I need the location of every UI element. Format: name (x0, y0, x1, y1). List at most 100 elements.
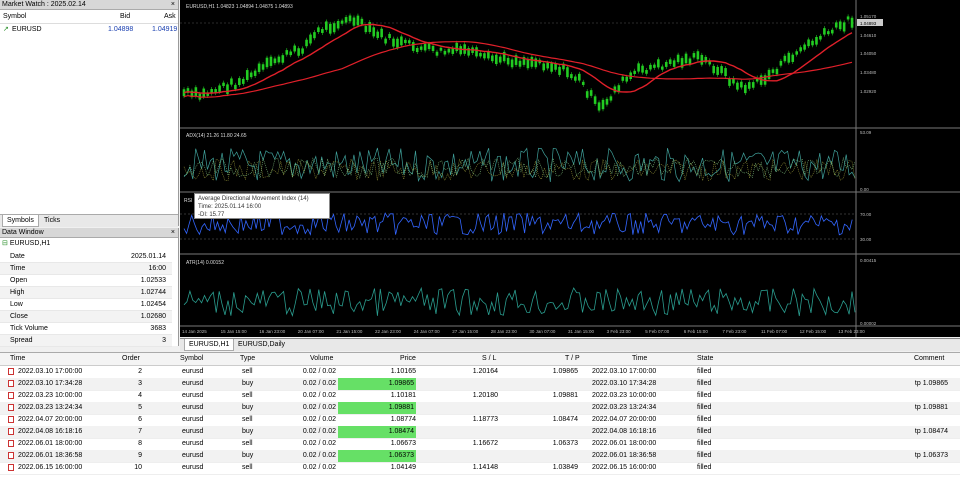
cell-order: 4 (138, 392, 142, 399)
candle (609, 96, 613, 101)
candle (455, 42, 459, 52)
col-sl[interactable]: S / L (482, 353, 496, 365)
tooltip-time: Time: 2025.01.14 16:00 (198, 204, 262, 210)
expand-icon: ⊟ (2, 240, 8, 247)
col-tp[interactable]: T / P (565, 353, 580, 365)
candle (392, 38, 395, 47)
symbol-row-eurusd[interactable]: ↗ EURUSD 1.04898 1.04919 (0, 24, 178, 35)
cell-state: filled (697, 440, 712, 447)
col-symbol[interactable]: Symbol (180, 353, 203, 365)
candle (297, 48, 300, 56)
tab-ticks[interactable]: Ticks (40, 215, 64, 226)
cell-comment (860, 414, 948, 426)
candle (740, 81, 743, 88)
cell-comment: tp 1.06373 (914, 452, 948, 459)
candle (621, 76, 625, 81)
cell-order: 2 (138, 368, 142, 375)
candle (218, 85, 221, 92)
col-order[interactable]: Order (122, 353, 140, 365)
cell-state: filled (697, 392, 712, 399)
candle (775, 68, 779, 75)
cell-sl (418, 402, 498, 414)
time-tick: 13 Feb 23:00 (838, 329, 865, 334)
candle (257, 63, 261, 72)
tab-eurusd-h1[interactable]: EURUSD,H1 (184, 339, 235, 351)
cell-tp (500, 378, 578, 390)
cell-comment: tp 1.09881 (914, 404, 948, 411)
candle (664, 61, 668, 67)
col-symbol[interactable]: Symbol (3, 13, 26, 20)
candle (724, 68, 727, 77)
candle (574, 76, 577, 81)
col-volume[interactable]: Volume (310, 353, 333, 365)
candle (364, 26, 368, 33)
market-watch-tabs: Symbols Ticks (0, 214, 178, 227)
candle (313, 32, 316, 39)
cell-comment (860, 462, 948, 474)
close-icon[interactable]: × (171, 228, 175, 238)
candle (289, 51, 293, 56)
cell-symbol: eurusd (182, 440, 204, 447)
trend-up-icon: ↗ (3, 26, 9, 33)
col-time2[interactable]: Time (632, 353, 647, 365)
cell-volume: 0.02 / 0.02 (302, 452, 336, 459)
time-tick: 31 Jan 15:00 (568, 329, 595, 334)
candle (712, 65, 715, 74)
cell-volume: 0.02 / 0.02 (302, 464, 336, 471)
cell-time2: 2022.06.01 18:36:58 (592, 452, 657, 459)
candle (692, 53, 696, 58)
candle (269, 56, 273, 66)
close-icon[interactable]: × (171, 0, 175, 10)
atr-line (183, 286, 856, 317)
candle (811, 40, 814, 46)
cell-tp (500, 450, 578, 462)
col-state[interactable]: State (697, 353, 713, 365)
cell-comment (860, 366, 948, 378)
cell-type: buy (242, 428, 254, 435)
time-tick: 11 Feb 07:00 (761, 329, 788, 334)
time-tick: 30 Jan 07:00 (529, 329, 556, 334)
tab-eurusd-daily[interactable]: EURUSD,Daily (234, 339, 289, 350)
time-tick: 5 Feb 07:00 (645, 329, 670, 334)
cell-order: 3 (138, 380, 142, 387)
cell-symbol: eurusd (182, 464, 204, 471)
cell-state: filled (697, 416, 712, 423)
col-comment[interactable]: Comment (914, 353, 944, 365)
candle (605, 98, 609, 105)
candle (396, 38, 399, 48)
cell-tp: 1.06373 (552, 440, 578, 447)
data-key: Close (10, 313, 28, 320)
data-window-symbol[interactable]: ⊟ EURUSD,H1 (0, 239, 50, 249)
candle (241, 78, 245, 84)
current-price-marker: 1.04893 (860, 21, 877, 26)
data-value: 16:00 (148, 265, 166, 272)
tooltip-value: -DI: 15.77 (198, 212, 225, 218)
data-row: Date 2025.01.14 (0, 251, 172, 263)
cell-price: 1.08474 (338, 426, 416, 438)
chart-canvas[interactable]: EURUSD,H1 1.04823 1.04894 1.04875 1.0489… (180, 0, 960, 337)
cell-state: filled (697, 368, 712, 375)
price-tick: 1.02920 (860, 89, 877, 94)
candle (546, 62, 549, 69)
market-watch-title: Market Watch : 2025.02.14 × (0, 0, 178, 10)
cell-symbol: eurusd (182, 416, 204, 423)
candle (234, 84, 237, 90)
cell-price: 1.09865 (338, 378, 416, 390)
col-time[interactable]: Time (10, 353, 25, 365)
main-label: EURUSD,H1 1.04823 1.04894 1.04875 1.0489… (186, 4, 293, 10)
time-tick: 7 Feb 23:00 (722, 329, 747, 334)
cell-time: 2022.06.15 16:00:00 (18, 464, 83, 471)
candle (589, 90, 593, 96)
table-row[interactable]: 2022.06.15 16:00:00 10 eurusd sell 0.02 / 0.… (0, 462, 960, 475)
candle (649, 64, 652, 70)
col-bid[interactable]: Bid (120, 13, 130, 20)
candle (372, 27, 376, 37)
col-type[interactable]: Type (240, 353, 255, 365)
col-ask[interactable]: Ask (164, 13, 176, 20)
data-row: Tick Volume 3683 (0, 323, 172, 335)
candle (787, 52, 791, 63)
col-price[interactable]: Price (400, 353, 416, 365)
price-chart[interactable]: EURUSD,H1 1.04823 1.04894 1.04875 1.0489… (180, 0, 960, 337)
data-window-symbol-text: EURUSD,H1 (9, 240, 51, 247)
tab-symbols[interactable]: Symbols (2, 215, 39, 227)
